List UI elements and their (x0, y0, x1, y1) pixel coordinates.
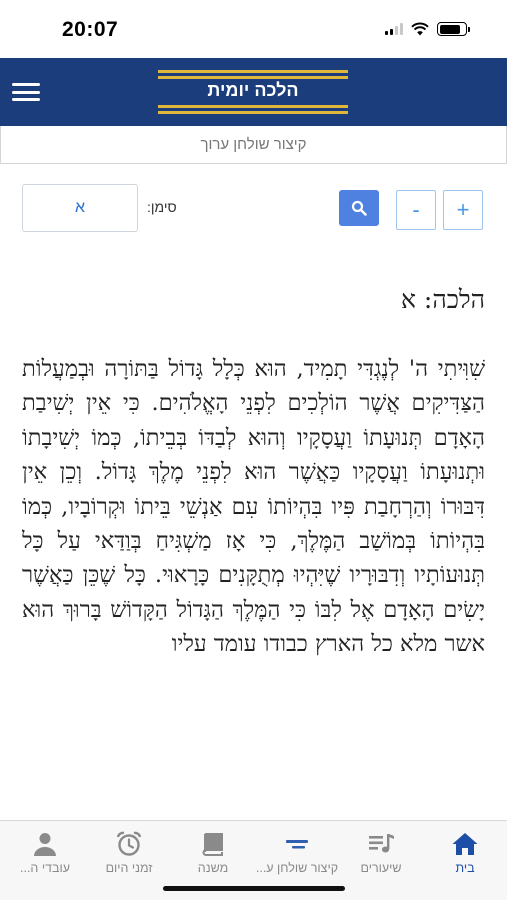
status-bar: 20:07 (0, 0, 507, 58)
app-title: הלכה יומית (207, 80, 299, 100)
tab-home[interactable]: בית (423, 821, 507, 883)
halacha-title: הלכה: א (400, 285, 485, 314)
tab-kitzur[interactable]: קיצור שולחן ע... (255, 821, 339, 883)
battery-icon (437, 22, 470, 36)
tab-kitzur-label: קיצור שולחן ע... (255, 861, 339, 875)
app-logo: הלכה יומית (158, 66, 348, 118)
book-title: קיצור שולחן ערוך (200, 136, 307, 153)
home-icon (452, 833, 478, 855)
book-icon (202, 833, 223, 856)
tab-zmanim[interactable]: זמני היום (87, 821, 171, 883)
app-header: הלכה יומית (0, 58, 507, 126)
tab-ovdei-label: עובדי ה... (20, 861, 70, 875)
increase-siman-button[interactable]: + (443, 190, 483, 230)
tab-mishna-label: משנה (197, 861, 229, 875)
search-button[interactable] (339, 190, 379, 226)
hamburger-menu-icon[interactable] (12, 80, 40, 104)
book-title-bar: קיצור שולחן ערוך (0, 126, 507, 164)
decrease-siman-button[interactable]: - (396, 190, 436, 230)
wifi-icon (411, 22, 429, 36)
tab-zmanim-label: זמני היום (105, 861, 153, 875)
search-icon (351, 200, 367, 216)
siman-label: סימן: (147, 199, 177, 215)
tab-home-label: בית (455, 861, 475, 875)
halacha-text: שִׁוִּיתִי ה' לְנֶגְדִּי תָמִיד, הוּא כְ… (22, 356, 485, 658)
tab-lessons-label: שיעורים (360, 861, 402, 875)
status-icons (385, 22, 470, 36)
alarm-clock-icon (116, 831, 142, 856)
tab-lessons[interactable]: שיעורים (339, 821, 423, 883)
tab-ovdei[interactable]: עובדי ה... (3, 821, 87, 883)
home-indicator[interactable] (163, 886, 345, 891)
siman-input[interactable]: א (22, 184, 138, 232)
music-list-icon (369, 834, 394, 853)
status-time: 20:07 (62, 18, 119, 41)
cellular-signal-icon (385, 23, 403, 35)
tab-mishna[interactable]: משנה (171, 821, 255, 883)
person-icon (34, 833, 56, 856)
lines-icon (286, 840, 308, 849)
navigation-controls: א סימן: - + (0, 184, 507, 234)
